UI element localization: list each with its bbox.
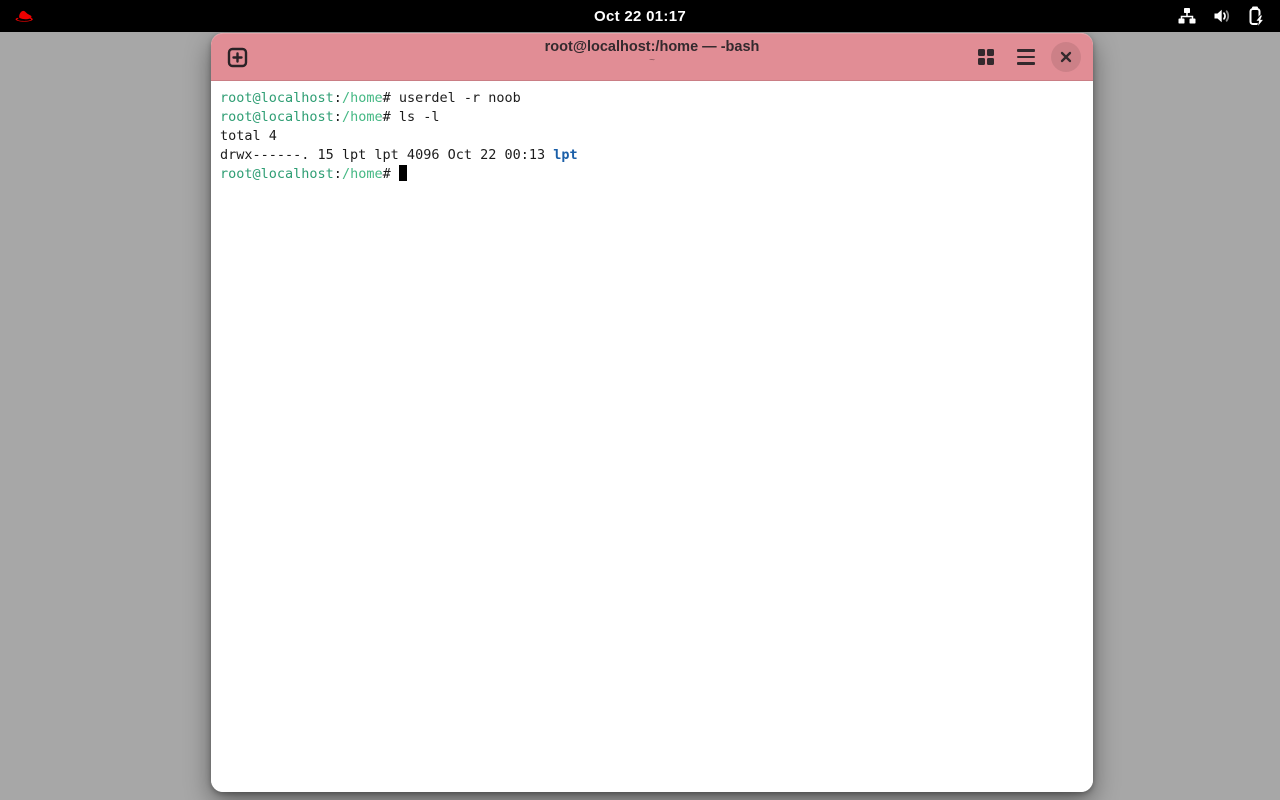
terminal-line: root@localhost:/home# userdel -r noob: [220, 90, 521, 106]
window-title: root@localhost:/home — -bash: [544, 39, 760, 55]
top-bar: Oct 22 01:17: [0, 0, 1280, 32]
volume-icon: [1211, 4, 1233, 28]
grid-icon: [977, 48, 995, 66]
terminal-window: root@localhost:/home — -bash ~ root@loca…: [211, 33, 1093, 792]
clock[interactable]: Oct 22 01:17: [594, 0, 686, 32]
terminal-output[interactable]: root@localhost:/home# userdel -r noob roo…: [211, 81, 1093, 792]
window-subtitle: ~: [649, 55, 655, 67]
window-title-area: root@localhost:/home — -bash ~: [544, 38, 760, 67]
close-icon: [1060, 51, 1072, 63]
activities-corner[interactable]: [14, 0, 36, 32]
redhat-logo-icon: [14, 4, 36, 28]
terminal-line: root@localhost:/home# ls -l: [220, 109, 440, 125]
tab-overview-button[interactable]: [971, 42, 1001, 72]
new-tab-button[interactable]: [224, 44, 250, 70]
battery-charging-icon: [1246, 4, 1268, 28]
terminal-line: root@localhost:/home#: [220, 165, 1085, 184]
terminal-line: total 4: [220, 128, 277, 144]
plus-icon: [227, 47, 247, 67]
network-wired-icon: [1176, 4, 1198, 28]
system-status-area[interactable]: [1176, 0, 1268, 32]
close-button[interactable]: [1051, 42, 1081, 72]
hamburger-icon: [1017, 49, 1035, 65]
titlebar-controls: [971, 33, 1081, 81]
window-titlebar[interactable]: root@localhost:/home — -bash ~: [211, 33, 1093, 81]
menu-button[interactable]: [1011, 42, 1041, 72]
terminal-cursor: [398, 165, 407, 181]
terminal-line: drwx------. 15 lpt lpt 4096 Oct 22 00:13…: [220, 147, 578, 163]
